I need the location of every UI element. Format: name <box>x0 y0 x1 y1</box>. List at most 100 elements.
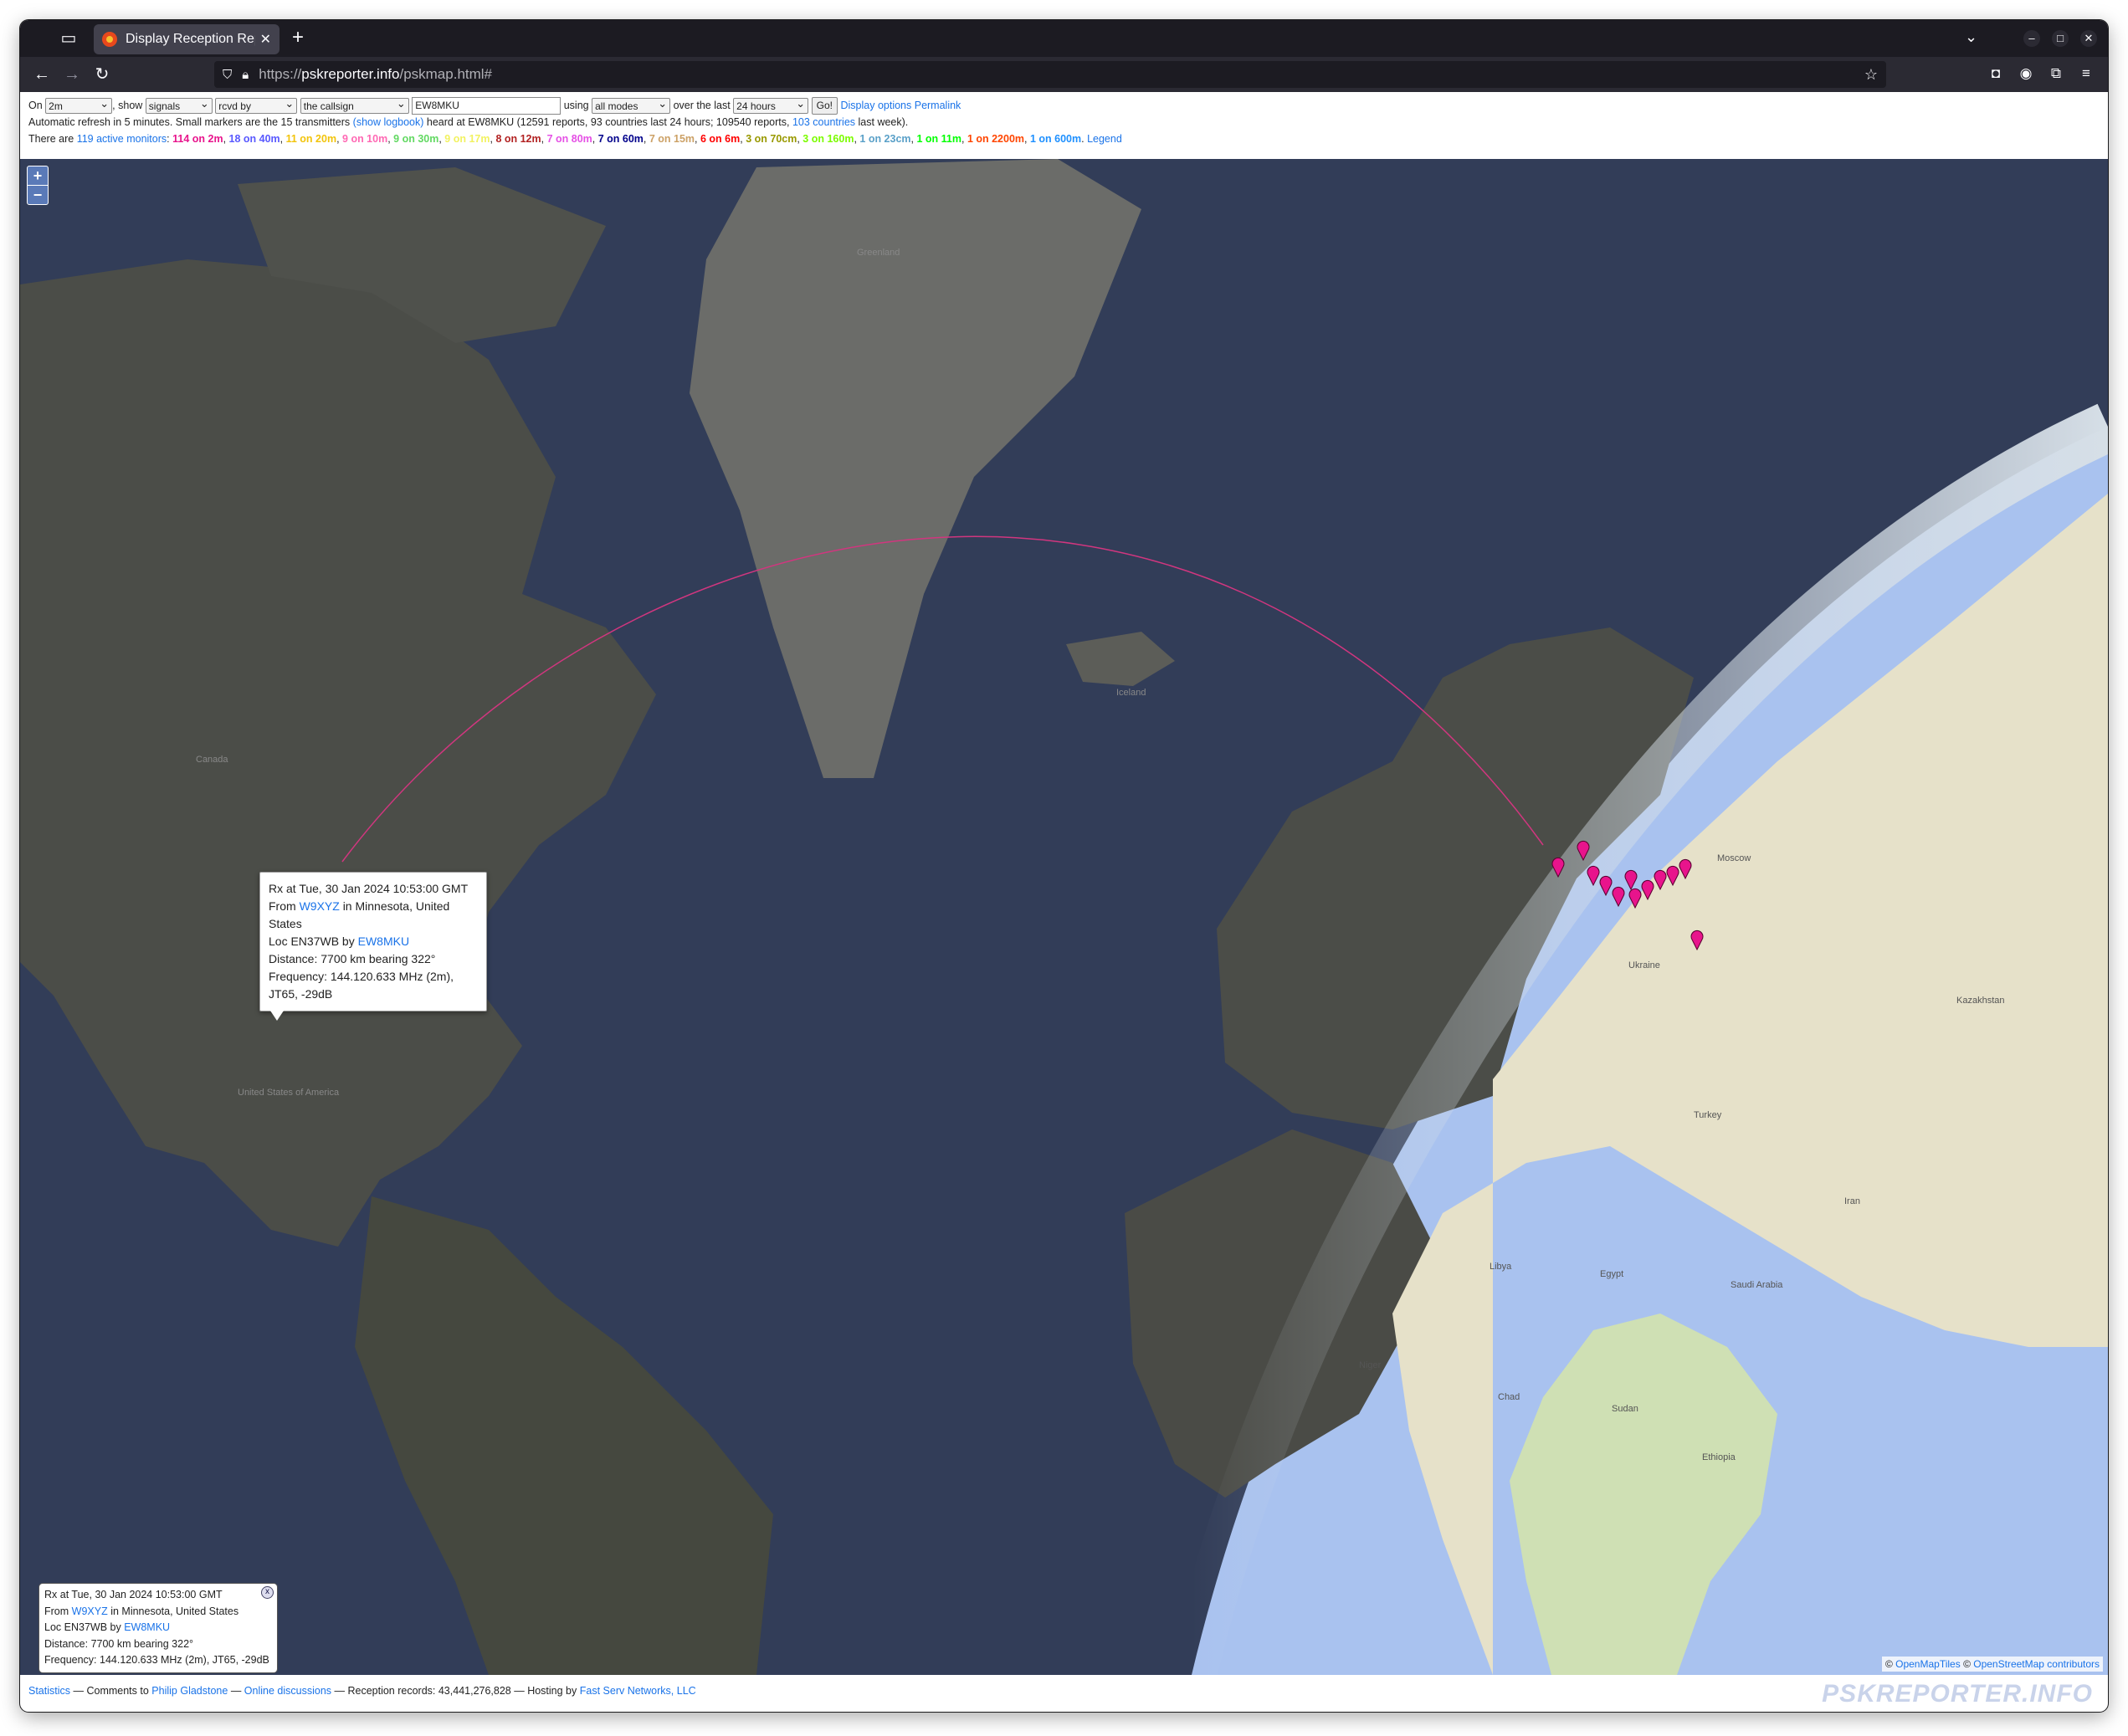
popup-from-rest: in Minnesota, United States <box>269 899 450 930</box>
band-count-link[interactable]: 3 on 160m <box>802 133 854 145</box>
label-kazakhstan: Kazakhstan <box>1956 996 2005 1006</box>
attribution-copy-b: © <box>1963 1658 1971 1670</box>
monitors-row: There are 119 active monitors: 114 on 2m… <box>28 133 1122 145</box>
site-brand: PSKREPORTER.INFO <box>1822 1680 2093 1708</box>
url-domain: pskreporter.info <box>301 66 400 82</box>
band-count-link[interactable]: 9 on 10m <box>342 133 387 145</box>
band-count-link[interactable]: 6 on 6m <box>700 133 740 145</box>
band-count-link[interactable]: 9 on 17m <box>444 133 490 145</box>
band-select[interactable]: 2m <box>45 95 113 114</box>
list-tabs-icon[interactable]: ⌄ <box>1965 28 1977 46</box>
show-logbook-link[interactable]: (show logbook) <box>353 116 424 128</box>
query-row: On 2m, show signals rcvd by the callsign… <box>28 95 961 115</box>
tab-overview-icon[interactable]: ▭ <box>57 27 80 50</box>
info-time: Rx at Tue, 30 Jan 2024 10:53:00 GMT <box>44 1589 223 1600</box>
band-count-link[interactable]: 1 on 11m <box>916 133 961 145</box>
countries-link[interactable]: 103 countries <box>792 116 855 128</box>
label-moscow: Moscow <box>1717 853 1751 863</box>
info-loc-call-link[interactable]: EW8MKU <box>124 1621 170 1633</box>
active-monitors-link[interactable]: 119 active monitors <box>77 133 167 145</box>
info-distance: Distance: 7700 km bearing 322° <box>44 1637 194 1650</box>
tab-close-icon[interactable]: ✕ <box>260 31 271 48</box>
favicon-icon <box>102 32 117 47</box>
refresh-text-a: Automatic refresh in 5 minutes. Small ma… <box>28 116 351 128</box>
band-count-link[interactable]: 1 on 23cm <box>859 133 910 145</box>
info-frequency: Frequency: 144.120.633 MHz (2m), JT65, -… <box>44 1654 269 1666</box>
footer-comments: — Comments to <box>73 1685 149 1697</box>
page-footer: Statistics — Comments to Philip Gladston… <box>20 1675 2108 1712</box>
band-count-link[interactable]: 18 on 40m <box>229 133 280 145</box>
hosting-link[interactable]: Fast Serv Networks, LLC <box>580 1685 696 1697</box>
info-from-label: From <box>44 1605 69 1617</box>
mode-select[interactable]: all modes <box>592 95 671 114</box>
tab-strip: ▭ Display Reception Report ✕ + ⌄ – □ ✕ <box>20 20 2108 57</box>
bookmark-star-icon[interactable]: ☆ <box>1864 66 1878 84</box>
map-canvas[interactable]: Greenland Iceland Canada United States o… <box>20 159 2108 1675</box>
extensions-icon[interactable]: ⧉ <box>2047 65 2065 82</box>
reload-icon[interactable]: ↻ <box>90 63 114 86</box>
over-label: over the last <box>673 99 731 111</box>
display-options-link[interactable]: Display options <box>840 100 911 111</box>
go-button[interactable]: Go! <box>811 97 838 115</box>
band-count-link[interactable]: 7 on 60m <box>598 133 644 145</box>
band-count-link[interactable]: 11 on 20m <box>286 133 336 145</box>
label-libya: Libya <box>1490 1262 1512 1272</box>
info-from-call-link[interactable]: W9XYZ <box>72 1605 108 1617</box>
band-list: 114 on 2m, 18 on 40m, 11 on 20m, 9 on 10… <box>172 133 1088 145</box>
openstreetmap-link[interactable]: OpenStreetMap contributors <box>1973 1658 2100 1670</box>
minimize-icon[interactable]: – <box>2023 30 2040 47</box>
info-from-rest: in Minnesota, United States <box>110 1605 239 1617</box>
url-bar[interactable]: ⛉ 🔒︎ https://pskreporter.info/pskmap.htm… <box>214 61 1886 88</box>
permalink-link[interactable]: Permalink <box>915 100 961 111</box>
pocket-icon[interactable]: ◘ <box>1987 65 2005 82</box>
lock-icon[interactable]: 🔒︎ <box>242 68 249 82</box>
url-path: /pskmap.html# <box>399 66 493 82</box>
period-select[interactable]: 24 hours <box>733 95 809 114</box>
online-discussions-link[interactable]: Online discussions <box>244 1685 331 1697</box>
band-count-link[interactable]: 114 on 2m <box>172 133 223 145</box>
attribution-copy-a: © <box>1884 1658 1893 1670</box>
info-close-icon[interactable]: x <box>261 1586 274 1599</box>
direction-select[interactable]: rcvd by <box>215 95 298 114</box>
popup-loc-label: Loc EN37WB by <box>269 935 355 948</box>
maximize-icon[interactable]: □ <box>2052 30 2069 47</box>
shield-icon[interactable]: ⛉ <box>223 68 232 82</box>
band-count-link[interactable]: 7 on 15m <box>649 133 695 145</box>
target-select[interactable]: the callsign <box>300 95 409 114</box>
band-count-link[interactable]: 3 on 70cm <box>746 133 797 145</box>
new-tab-icon[interactable]: + <box>286 27 310 50</box>
popup-loc-call-link[interactable]: EW8MKU <box>358 935 409 948</box>
label-turkey: Turkey <box>1694 1110 1722 1120</box>
zoom-out-button[interactable]: − <box>28 186 48 204</box>
menu-icon[interactable]: ≡ <box>2077 65 2095 82</box>
statistics-link[interactable]: Statistics <box>28 1685 70 1697</box>
back-icon[interactable]: ← <box>30 63 54 86</box>
band-count-link[interactable]: 1 on 2200m <box>967 133 1024 145</box>
label-egypt: Egypt <box>1600 1269 1624 1279</box>
label-greenland: Greenland <box>857 248 900 258</box>
show-select[interactable]: signals <box>145 95 213 114</box>
callsign-input[interactable]: EW8MKU <box>412 97 561 115</box>
reception-popup: Rx at Tue, 30 Jan 2024 10:53:00 GMT From… <box>259 872 487 1021</box>
openmaptiles-link[interactable]: OpenMapTiles <box>1895 1658 1961 1670</box>
zoom-in-button[interactable]: + <box>28 166 48 186</box>
account-icon[interactable]: ◉ <box>2017 65 2035 82</box>
label-ukraine: Ukraine <box>1628 960 1660 970</box>
refresh-text-b: heard at EW8MKU (12591 reports, 93 count… <box>426 116 790 128</box>
footer-text: Statistics — Comments to Philip Gladston… <box>28 1685 696 1697</box>
label-iran: Iran <box>1844 1196 1860 1206</box>
using-label: using <box>563 99 589 111</box>
forward-icon[interactable]: → <box>60 63 84 86</box>
close-window-icon[interactable]: ✕ <box>2080 30 2097 47</box>
band-count-link[interactable]: 7 on 80m <box>547 133 592 145</box>
info-panel: x Rx at Tue, 30 Jan 2024 10:53:00 GMT Fr… <box>38 1583 278 1673</box>
band-count-link[interactable]: 8 on 12m <box>495 133 541 145</box>
band-count-link[interactable]: 9 on 30m <box>393 133 438 145</box>
tab-active[interactable]: Display Reception Report ✕ <box>94 24 279 54</box>
refresh-row: Automatic refresh in 5 minutes. Small ma… <box>28 116 908 128</box>
legend-link[interactable]: Legend <box>1087 133 1122 145</box>
popup-from-call-link[interactable]: W9XYZ <box>300 899 340 913</box>
label-usa: United States of America <box>238 1088 340 1098</box>
philip-gladstone-link[interactable]: Philip Gladstone <box>151 1685 228 1697</box>
band-count-link[interactable]: 1 on 600m <box>1030 133 1081 145</box>
